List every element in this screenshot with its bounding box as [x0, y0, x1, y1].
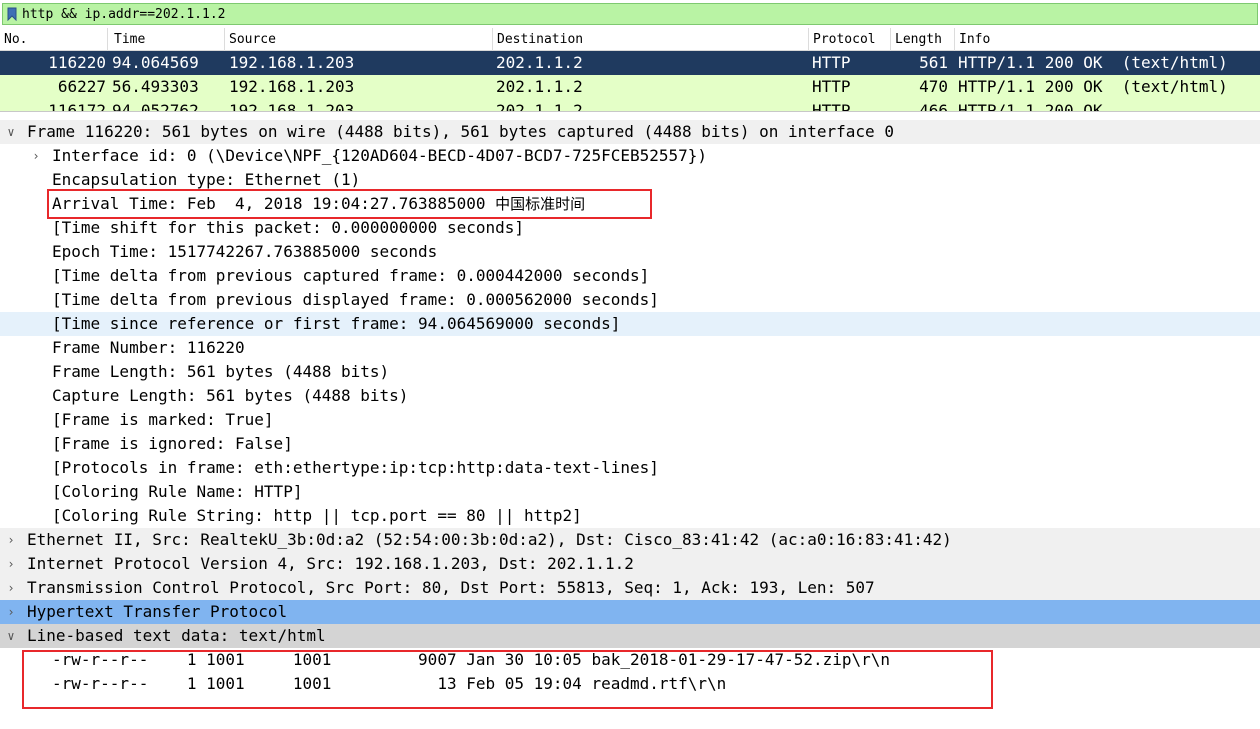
packet-protocol: HTTP	[812, 101, 851, 111]
packet-number: 66227	[57, 77, 106, 96]
tree-item-coloring-rule-string[interactable]: [Coloring Rule String: http || tcp.port …	[0, 504, 1260, 528]
packet-source: 192.168.1.203	[229, 77, 355, 96]
tree-item-label: Encapsulation type: Ethernet (1)	[52, 170, 361, 189]
column-header-source[interactable]: Source	[225, 28, 493, 51]
tree-item-encapsulation[interactable]: Encapsulation type: Ethernet (1)	[0, 168, 1260, 192]
tree-item-frame[interactable]: ∨ Frame 116220: 561 bytes on wire (4488 …	[0, 120, 1260, 144]
tree-item-tcp[interactable]: › Transmission Control Protocol, Src Por…	[0, 576, 1260, 600]
tree-item-label: [Time delta from previous captured frame…	[52, 266, 650, 285]
tree-item-label: Frame Number: 116220	[52, 338, 245, 357]
packet-length: 466	[919, 101, 948, 111]
tree-item-frame-number[interactable]: Frame Number: 116220	[0, 336, 1260, 360]
tree-item-label: Arrival Time: Feb 4, 2018 19:04:27.76388…	[52, 192, 585, 216]
packet-protocol: HTTP	[812, 53, 851, 72]
pane-splitter[interactable]	[0, 111, 1260, 120]
tree-item-label: Ethernet II, Src: RealtekU_3b:0d:a2 (52:…	[27, 530, 952, 549]
display-filter-input[interactable]: http && ip.addr==202.1.1.2	[2, 3, 1258, 25]
packet-list-header: No. Time Source Destination Protocol Len…	[0, 28, 1260, 60]
packet-info: HTTP/1.1 200 OK (text/html)	[958, 53, 1228, 72]
tree-item-label: [Time delta from previous displayed fram…	[52, 290, 659, 309]
column-header-time[interactable]: Time	[108, 28, 225, 51]
tree-item-interface-id[interactable]: › Interface id: 0 (\Device\NPF_{120AD604…	[0, 144, 1260, 168]
packet-time: 56.493303	[112, 77, 199, 96]
tree-item-epoch-time[interactable]: Epoch Time: 1517742267.763885000 seconds	[0, 240, 1260, 264]
chevron-down-icon[interactable]: ∨	[3, 120, 19, 144]
tree-item-frame-length[interactable]: Frame Length: 561 bytes (4488 bits)	[0, 360, 1260, 384]
tree-item-label: Frame 116220: 561 bytes on wire (4488 bi…	[27, 122, 894, 141]
arrival-time-value: Arrival Time: Feb 4, 2018 19:04:27.76388…	[52, 194, 496, 213]
column-header-info[interactable]: Info	[955, 28, 1260, 51]
arrival-time-zone: 中国标准时间	[495, 195, 586, 213]
tree-item-label: Capture Length: 561 bytes (4488 bits)	[52, 386, 409, 405]
tree-item-ip[interactable]: › Internet Protocol Version 4, Src: 192.…	[0, 552, 1260, 576]
tree-item-protocols[interactable]: [Protocols in frame: eth:ethertype:ip:tc…	[0, 456, 1260, 480]
tree-item-is-ignored[interactable]: [Frame is ignored: False]	[0, 432, 1260, 456]
tree-item-capture-length[interactable]: Capture Length: 561 bytes (4488 bits)	[0, 384, 1260, 408]
packet-row[interactable]: 116172 94.052762 192.168.1.203 202.1.1.2…	[0, 99, 1260, 111]
packet-destination: 202.1.1.2	[496, 53, 583, 72]
tree-item-label: [Coloring Rule Name: HTTP]	[52, 482, 303, 501]
tree-item-text-line[interactable]: -rw-r--r-- 1 1001 1001 9007 Jan 30 10:05…	[0, 648, 1260, 672]
tree-item-label: [Frame is ignored: False]	[52, 434, 293, 453]
packet-destination: 202.1.1.2	[496, 101, 583, 111]
chevron-right-icon[interactable]: ›	[3, 600, 19, 624]
packet-row[interactable]: 116220 94.064569 192.168.1.203 202.1.1.2…	[0, 51, 1260, 89]
tree-item-delta-captured[interactable]: [Time delta from previous captured frame…	[0, 264, 1260, 288]
chevron-right-icon[interactable]: ›	[28, 144, 44, 168]
tree-item-is-marked[interactable]: [Frame is marked: True]	[0, 408, 1260, 432]
chevron-right-icon[interactable]: ›	[3, 528, 19, 552]
packet-source: 192.168.1.203	[229, 101, 355, 111]
packet-info: HTTP/1.1 200 OK (text/html)	[958, 77, 1228, 96]
tree-item-delta-displayed[interactable]: [Time delta from previous displayed fram…	[0, 288, 1260, 312]
tree-item-ethernet[interactable]: › Ethernet II, Src: RealtekU_3b:0d:a2 (5…	[0, 528, 1260, 552]
packet-protocol: HTTP	[812, 77, 851, 96]
tree-item-label: Interface id: 0 (\Device\NPF_{120AD604-B…	[52, 146, 708, 165]
packet-length: 561	[919, 53, 948, 72]
chevron-right-icon[interactable]: ›	[3, 552, 19, 576]
packet-source: 192.168.1.203	[229, 53, 355, 72]
column-header-destination[interactable]: Destination	[493, 28, 809, 51]
tree-item-time-shift[interactable]: [Time shift for this packet: 0.000000000…	[0, 216, 1260, 240]
chevron-down-icon[interactable]: ∨	[3, 624, 19, 648]
packet-number: 116172	[48, 101, 106, 111]
bookmark-icon[interactable]	[5, 5, 19, 23]
tree-item-label: Hypertext Transfer Protocol	[27, 602, 288, 621]
packet-destination: 202.1.1.2	[496, 77, 583, 96]
packet-list: 116220 94.064569 192.168.1.203 202.1.1.2…	[0, 51, 1260, 111]
packet-info: HTTP/1.1 200 OK	[958, 101, 1103, 111]
tree-item-label: Line-based text data: text/html	[27, 626, 326, 645]
filter-expression[interactable]: http && ip.addr==202.1.1.2	[22, 7, 226, 22]
packet-row[interactable]: 66227 56.493303 192.168.1.203 202.1.1.2 …	[0, 75, 1260, 99]
tree-item-coloring-rule-name[interactable]: [Coloring Rule Name: HTTP]	[0, 480, 1260, 504]
tree-item-label: Frame Length: 561 bytes (4488 bits)	[52, 362, 390, 381]
tree-item-label: Epoch Time: 1517742267.763885000 seconds	[52, 242, 438, 261]
packet-number: 116220	[48, 53, 106, 72]
packet-time: 94.052762	[112, 101, 199, 111]
tree-item-label: [Coloring Rule String: http || tcp.port …	[52, 506, 582, 525]
display-filter-bar: http && ip.addr==202.1.1.2	[0, 0, 1260, 28]
tree-item-label: Transmission Control Protocol, Src Port:…	[27, 578, 875, 597]
tree-item-label: [Time since reference or first frame: 94…	[52, 314, 621, 333]
tree-item-label: [Time shift for this packet: 0.000000000…	[52, 218, 525, 237]
column-header-no[interactable]: No.	[0, 28, 108, 51]
tree-item-text-line[interactable]: -rw-r--r-- 1 1001 1001 13 Feb 05 19:04 r…	[0, 672, 1260, 696]
tree-item-label: [Protocols in frame: eth:ethertype:ip:tc…	[52, 458, 659, 477]
packet-time: 94.064569	[112, 53, 199, 72]
tree-item-arrival-time[interactable]: Arrival Time: Feb 4, 2018 19:04:27.76388…	[0, 192, 1260, 216]
packet-length: 470	[919, 77, 948, 96]
tree-item-since-reference[interactable]: [Time since reference or first frame: 94…	[0, 312, 1260, 336]
tree-item-line-based-text[interactable]: ∨ Line-based text data: text/html	[0, 624, 1260, 648]
tree-item-http[interactable]: › Hypertext Transfer Protocol	[0, 600, 1260, 624]
tree-item-label: Internet Protocol Version 4, Src: 192.16…	[27, 554, 634, 573]
tree-item-label: -rw-r--r-- 1 1001 1001 13 Feb 05 19:04 r…	[52, 674, 727, 693]
tree-item-label: -rw-r--r-- 1 1001 1001 9007 Jan 30 10:05…	[52, 650, 891, 669]
column-header-protocol[interactable]: Protocol	[809, 28, 891, 51]
chevron-right-icon[interactable]: ›	[3, 576, 19, 600]
packet-details-tree: ∨ Frame 116220: 561 bytes on wire (4488 …	[0, 120, 1260, 693]
tree-item-label: [Frame is marked: True]	[52, 410, 274, 429]
column-header-length[interactable]: Length	[891, 28, 955, 51]
